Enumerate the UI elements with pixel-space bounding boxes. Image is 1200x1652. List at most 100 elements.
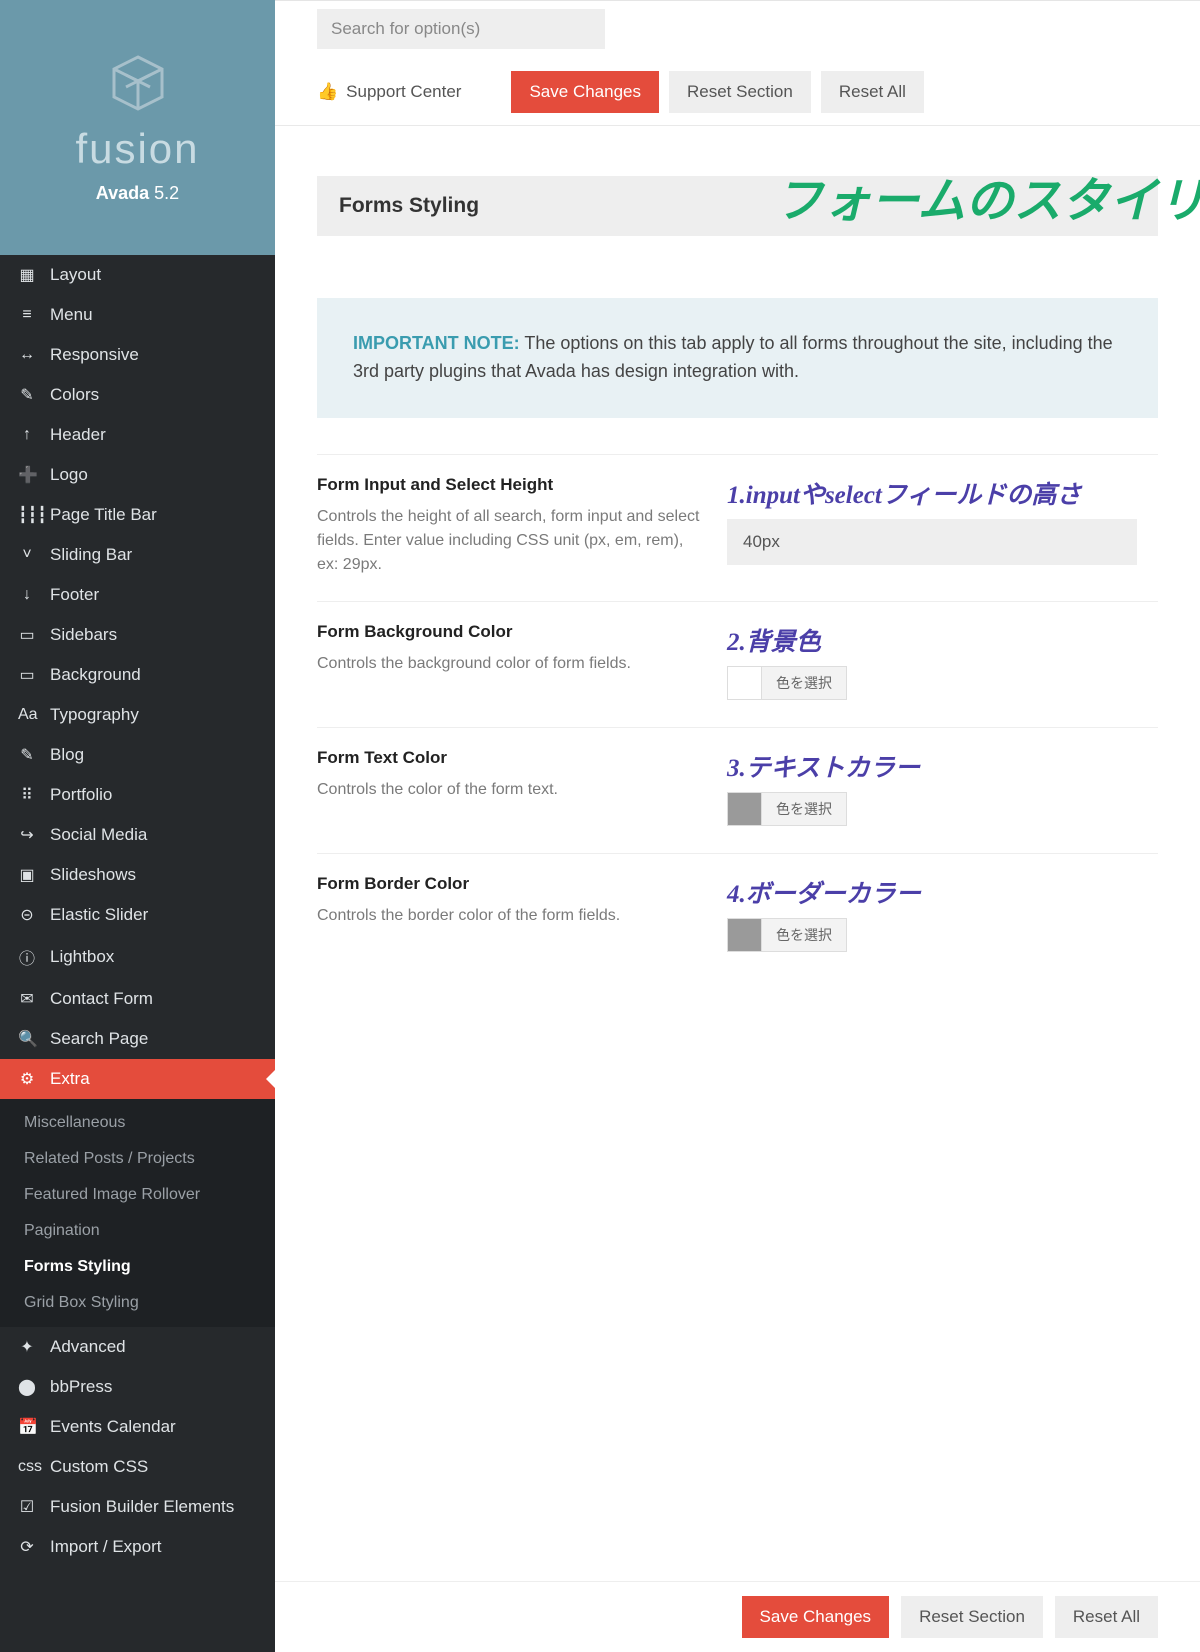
sidebar-subitem-grid-box-styling[interactable]: Grid Box Styling: [0, 1285, 275, 1321]
sidebar-item-label: Sliding Bar: [50, 545, 132, 565]
sidebars-icon: ▭: [18, 625, 36, 645]
footer-toolbar: Save Changes Reset Section Reset All: [275, 1581, 1200, 1652]
option-form-border-color: Form Border Color Controls the border co…: [317, 853, 1158, 979]
important-note: IMPORTANT NOTE: The options on this tab …: [317, 298, 1158, 418]
advanced-icon: ✦: [18, 1337, 36, 1357]
option-desc: Controls the border color of the form fi…: [317, 904, 703, 928]
save-changes-button-footer[interactable]: Save Changes: [742, 1596, 890, 1638]
sidebar-subitem-featured-image-rollover[interactable]: Featured Image Rollover: [0, 1177, 275, 1213]
bg-color-picker[interactable]: 色を選択: [727, 666, 847, 700]
sidebar-item-menu[interactable]: ≡ Menu: [0, 295, 275, 335]
reset-all-button-footer[interactable]: Reset All: [1055, 1596, 1158, 1638]
sidebar-item-extra[interactable]: ⚙Extra: [0, 1059, 275, 1099]
option-desc: Controls the background color of form fi…: [317, 652, 703, 676]
header-icon: ↑: [18, 426, 36, 444]
option-title: Form Border Color: [317, 874, 703, 894]
menu-icon: ≡: [18, 306, 36, 324]
sidebar-item-label: Footer: [50, 585, 99, 605]
footer-icon: ↓: [18, 586, 36, 604]
sidebar-item-import-export[interactable]: ⟳Import / Export: [0, 1527, 275, 1567]
sidebar-item-slideshows[interactable]: ▣Slideshows: [0, 855, 275, 895]
sidebar-item-blog[interactable]: ✎ Blog: [0, 735, 275, 775]
sidebar-item-layout[interactable]: ▦Layout: [0, 255, 275, 295]
sidebar-item-colors[interactable]: ✎Colors: [0, 375, 275, 415]
sidebar-item-events-calendar[interactable]: 📅Events Calendar: [0, 1407, 275, 1447]
sidebar-item-label: Social Media: [50, 825, 147, 845]
sidebar-item-label: Advanced: [50, 1337, 126, 1357]
sidebar-item-contact-form[interactable]: ✉Contact Form: [0, 979, 275, 1019]
logo-icon: ➕: [18, 465, 36, 485]
sidebar-item-label: Page Title Bar: [50, 505, 157, 525]
sidebar-item-page-title-bar[interactable]: ┇┇┇ Page Title Bar: [0, 495, 275, 535]
reset-all-button[interactable]: Reset All: [821, 71, 924, 113]
sidebar-item-sliding-bar[interactable]: ˅ Sliding Bar: [0, 535, 275, 575]
sidebar-item-elastic-slider[interactable]: ⊝ Elastic Slider: [0, 895, 275, 935]
sidebar-item-label: Lightbox: [50, 947, 114, 967]
reset-section-button[interactable]: Reset Section: [669, 71, 811, 113]
sidebar-item-custom-css[interactable]: cssCustom CSS: [0, 1447, 275, 1487]
color-picker-label: 色を選択: [762, 919, 846, 951]
fusion-logo-icon: [106, 51, 170, 115]
main-content: 👍 Support Center Save Changes Reset Sect…: [275, 0, 1200, 1652]
annotation-1: 1.inputやselectフィールドの高さ: [727, 475, 1158, 511]
sidebar-item-label: Header: [50, 425, 106, 445]
sidebar-item-lightbox[interactable]: ⓘLightbox: [0, 935, 275, 979]
sidebar-item-social-media[interactable]: ↪Social Media: [0, 815, 275, 855]
typography-icon: Aa: [18, 706, 36, 724]
bbpress-icon: ⬤: [18, 1377, 36, 1397]
sidebar-item-label: Portfolio: [50, 785, 112, 805]
sidebar-subitem-pagination[interactable]: Pagination: [0, 1213, 275, 1249]
blog-icon: ✎: [18, 745, 36, 765]
sidebar-item-label: Fusion Builder Elements: [50, 1497, 234, 1517]
sidebar-item-label: Contact Form: [50, 989, 153, 1009]
option-form-height: Form Input and Select Height Controls th…: [317, 454, 1158, 601]
slideshows-icon: ▣: [18, 865, 36, 885]
sidebar-subnav: MiscellaneousRelated Posts / ProjectsFea…: [0, 1099, 275, 1327]
sidebar-item-advanced[interactable]: ✦ Advanced: [0, 1327, 275, 1367]
sidebar-item-header[interactable]: ↑ Header: [0, 415, 275, 455]
sidebar-item-label: Events Calendar: [50, 1417, 176, 1437]
support-center-link[interactable]: 👍 Support Center: [317, 71, 461, 113]
sidebar: fusion Avada 5.2 ▦Layout≡Menu↔Responsive…: [0, 0, 275, 1652]
brand-name: fusion: [75, 125, 199, 173]
sidebar-item-label: Search Page: [50, 1029, 148, 1049]
annotation-3: 3.テキストカラー: [727, 748, 1158, 784]
search-input[interactable]: [317, 9, 605, 49]
import-export-icon: ⟳: [18, 1537, 36, 1557]
sliding-bar-icon: ˅: [18, 546, 36, 564]
sidebar-subitem-miscellaneous[interactable]: Miscellaneous: [0, 1105, 275, 1141]
sidebar-item-fusion-builder-elements[interactable]: ☑Fusion Builder Elements: [0, 1487, 275, 1527]
sidebar-subitem-forms-styling[interactable]: Forms Styling: [0, 1249, 275, 1285]
sidebar-item-label: Menu: [50, 305, 93, 325]
sidebar-item-portfolio[interactable]: ⠿ Portfolio: [0, 775, 275, 815]
sidebar-item-label: Custom CSS: [50, 1457, 148, 1477]
sidebar-item-search-page[interactable]: 🔍 Search Page: [0, 1019, 275, 1059]
colors-icon: ✎: [18, 385, 36, 405]
sidebar-item-typography[interactable]: AaTypography: [0, 695, 275, 735]
sidebar-item-responsive[interactable]: ↔Responsive: [0, 335, 275, 375]
sidebar-item-footer[interactable]: ↓ Footer: [0, 575, 275, 615]
sidebar-item-background[interactable]: ▭Background: [0, 655, 275, 695]
form-height-input[interactable]: [727, 519, 1137, 565]
extra-icon: ⚙: [18, 1069, 36, 1089]
save-changes-button[interactable]: Save Changes: [511, 71, 659, 113]
sidebar-item-label: Elastic Slider: [50, 905, 148, 925]
sidebar-item-sidebars[interactable]: ▭Sidebars: [0, 615, 275, 655]
text-color-picker[interactable]: 色を選択: [727, 792, 847, 826]
search-page-icon: 🔍: [18, 1029, 36, 1049]
thumbs-up-icon: 👍: [317, 82, 338, 102]
reset-section-button-footer[interactable]: Reset Section: [901, 1596, 1043, 1638]
sidebar-item-label: Layout: [50, 265, 101, 285]
border-color-picker[interactable]: 色を選択: [727, 918, 847, 952]
portfolio-icon: ⠿: [18, 785, 36, 805]
background-icon: ▭: [18, 665, 36, 685]
sidebar-item-bbpress[interactable]: ⬤ bbPress: [0, 1367, 275, 1407]
annotation-section-title-jp: フォームのスタイリング: [775, 161, 1200, 231]
sidebar-item-label: Blog: [50, 745, 84, 765]
sidebar-subitem-related-posts-projects[interactable]: Related Posts / Projects: [0, 1141, 275, 1177]
sidebar-item-logo[interactable]: ➕Logo: [0, 455, 275, 495]
elastic-slider-icon: ⊝: [18, 905, 36, 925]
page-title-bar-icon: ┇┇┇: [18, 505, 36, 525]
sidebar-item-label: bbPress: [50, 1377, 112, 1397]
option-title: Form Background Color: [317, 622, 703, 642]
